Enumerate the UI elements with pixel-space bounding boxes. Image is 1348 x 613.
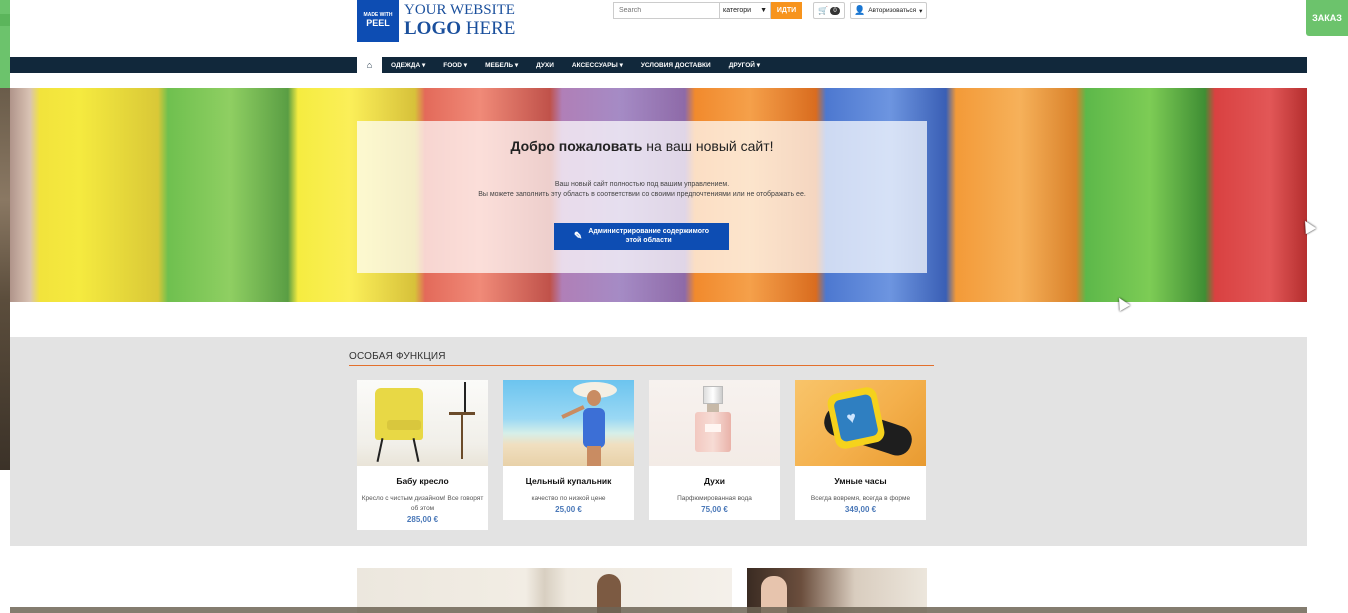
hero-desc-line1: Ваш новый сайт полностью под вашим управ…: [554, 181, 730, 188]
product-card[interactable]: Цельный купальник качество по низкой цен…: [503, 380, 634, 520]
hero-title: Добро пожаловать на ваш новый сайт!: [357, 138, 927, 154]
login-label: Авторизоваться: [868, 7, 917, 14]
product-image-perfume[interactable]: [649, 380, 780, 466]
product-image-smartwatch[interactable]: ♥: [795, 380, 926, 466]
hero-title-rest: на ваш новый сайт!: [642, 138, 774, 154]
logo-line2: LOGO HERE: [404, 17, 516, 40]
category-select[interactable]: категори ▼: [720, 2, 771, 19]
product-card[interactable]: Бабу кресло Кресло с чистым дизайном! Вс…: [357, 380, 488, 530]
caret-down-icon: ▾: [919, 7, 923, 15]
product-card[interactable]: Духи Парфюмированная вода 75,00 €: [649, 380, 780, 520]
badge-brand-text: PEEL: [366, 17, 390, 28]
product-price: 75,00 €: [701, 504, 728, 514]
logo-line2-rest: HERE: [461, 17, 516, 39]
product-name[interactable]: Духи: [649, 476, 780, 486]
hero-desc-line2: Вы можете заполнить эту область в соотве…: [478, 191, 806, 199]
section-divider: [349, 365, 934, 366]
peel-badge: MADE WITH PEEL: [357, 0, 399, 42]
product-name[interactable]: Цельный купальник: [503, 476, 634, 486]
nav-item-delivery[interactable]: УСЛОВИЯ ДОСТАВКИ: [632, 62, 720, 69]
category-select-value: категори: [723, 7, 752, 14]
left-side-tab[interactable]: [0, 14, 10, 26]
product-name[interactable]: Умные часы: [795, 476, 926, 486]
cart-icon: 🛒: [818, 6, 829, 15]
nav-item-other[interactable]: ДРУГОЙ ▾: [720, 61, 769, 69]
featured-section-title: ОСОБАЯ ФУНКЦИЯ: [349, 351, 446, 362]
nav-item-accessories[interactable]: АКСЕССУАРЫ ▾: [563, 61, 632, 69]
logo-line1: YOUR WEBSITE: [404, 2, 515, 19]
admin-button-line1: Администрирование содержимого: [588, 228, 710, 236]
product-price: 349,00 €: [844, 504, 877, 514]
logo-text: YOUR WEBSITE LOGO HERE: [404, 2, 515, 39]
home-icon[interactable]: ⌂: [357, 57, 382, 73]
login-button[interactable]: 👤 Авторизоваться ▾: [850, 2, 927, 19]
order-tab-button[interactable]: ЗАКАЗ: [1306, 0, 1348, 36]
search-bar: категори ▼ ИДТИ: [613, 2, 802, 19]
product-image-chair[interactable]: [357, 380, 488, 466]
user-icon: 👤: [854, 5, 866, 15]
product-description: Кресло с чистым дизайном! Все говорят об…: [361, 495, 484, 512]
nav-item-clothing[interactable]: ОДЕЖДА ▾: [382, 61, 434, 69]
product-price: 285,00 €: [406, 514, 439, 524]
nav-item-perfume[interactable]: ДУХИ: [527, 62, 563, 69]
product-name[interactable]: Бабу кресло: [357, 476, 488, 486]
admin-button-label: Администрирование содержимого этой облас…: [588, 228, 709, 245]
main-nav: ⌂ ОДЕЖДА ▾ FOOD ▾ МЕБЕЛЬ ▾ ДУХИ АКСЕССУА…: [357, 57, 769, 73]
admin-button-line2: этой области: [625, 236, 672, 244]
nav-item-food[interactable]: FOOD ▾: [434, 61, 476, 69]
caret-down-icon: ▼: [760, 7, 767, 14]
hero-title-bold: Добро пожаловать: [510, 138, 643, 154]
hero-description: Ваш новый сайт полностью под вашим управ…: [357, 180, 927, 200]
search-input[interactable]: [613, 2, 720, 19]
cart-count-badge: 0: [830, 6, 840, 15]
hero-panel: Добро пожаловать на ваш новый сайт! Ваш …: [357, 121, 927, 273]
pencil-icon: ✎: [573, 230, 583, 242]
bottom-banner-strip: [10, 607, 1307, 613]
product-description: качество по низкой цене: [531, 495, 606, 502]
admin-content-button[interactable]: ✎ Администрирование содержимого этой обл…: [554, 223, 729, 250]
page: ЗАКАЗ MADE WITH PEEL YOUR WEBSITE LOGO H…: [0, 0, 1348, 613]
logo-line2-bold: LOGO: [404, 17, 462, 39]
product-price: 25,00 €: [555, 504, 582, 514]
product-description: Всегда вовремя, всегда в форме: [810, 495, 911, 502]
product-image-swimsuit[interactable]: [503, 380, 634, 466]
product-description: Парфюмированная вода: [677, 495, 752, 502]
nav-item-furniture[interactable]: МЕБЕЛЬ ▾: [476, 61, 527, 69]
product-card[interactable]: ♥ Умные часы Всегда вовремя, всегда в фо…: [795, 380, 926, 520]
site-logo[interactable]: MADE WITH PEEL YOUR WEBSITE LOGO HERE: [357, 0, 515, 42]
search-go-button[interactable]: ИДТИ: [771, 2, 802, 19]
cart-button[interactable]: 🛒 0: [813, 2, 845, 19]
